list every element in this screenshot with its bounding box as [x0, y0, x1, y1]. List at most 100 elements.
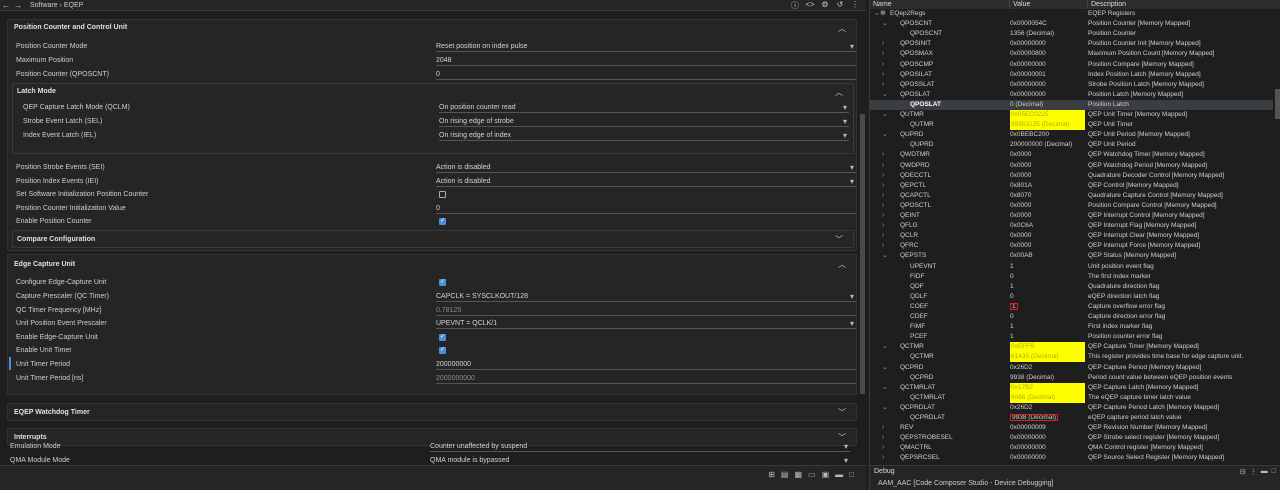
expand-icon[interactable]: ⌄: [882, 363, 888, 373]
register-value[interactable]: 0x00000000: [1010, 60, 1046, 70]
register-value[interactable]: 200000000 (Decimal): [1010, 140, 1072, 150]
collapse-icon[interactable]: ›: [882, 70, 884, 80]
minimize-icon[interactable]: ▬: [835, 470, 843, 479]
qma-mode-select[interactable]: QMA module is bypassed: [430, 455, 850, 465]
register-row[interactable]: UPEVNT 1 Unit position event flag: [870, 262, 1275, 272]
register-row[interactable]: › QEPCTL 0x801A QEP Control [Memory Mapped]: [870, 181, 1275, 191]
register-row[interactable]: QCPRD 9938 (Decimal) Period count value be…: [870, 373, 1275, 383]
register-value[interactable]: 0x0000054C: [1010, 19, 1047, 29]
collapse-icon[interactable]: ›: [882, 443, 884, 453]
register-row[interactable]: FIMF 1 First index marker flag: [870, 322, 1275, 332]
register-row[interactable]: QPOSCNT 1356 (Decimal) Position Counter: [870, 29, 1275, 39]
scrollbar-thumb[interactable]: [860, 114, 865, 394]
expand-icon[interactable]: ⌄: [882, 110, 888, 120]
register-value[interactable]: 61435 (Decimal): [1010, 352, 1085, 363]
register-value[interactable]: 0x0000: [1010, 201, 1031, 211]
register-value[interactable]: 1: [1010, 282, 1014, 292]
expand-icon[interactable]: ⌄: [882, 251, 888, 261]
register-value[interactable]: 9938 (Decimal): [1010, 413, 1059, 423]
iel-select[interactable]: On rising edge of index: [439, 130, 849, 141]
register-value[interactable]: 0x0000: [1010, 171, 1031, 181]
pin-icon[interactable]: ⊞: [768, 470, 775, 479]
register-value[interactable]: 0x0000: [1010, 231, 1031, 241]
register-value[interactable]: 0x0C6A: [1010, 221, 1033, 231]
register-row[interactable]: ⌄ QUTMR 0x05EC0225 QEP Unit Timer [Memory M…: [870, 110, 1275, 120]
register-row[interactable]: › QPOSMAX 0x00000800 Maximum Position Count…: [870, 49, 1275, 59]
register-value[interactable]: 0x17B2: [1010, 382, 1085, 393]
settings-icon[interactable]: ⚙: [820, 0, 830, 11]
unit-timer-period-input[interactable]: 200000000: [436, 359, 856, 370]
column-description[interactable]: Description: [1088, 0, 1280, 9]
expand-icon[interactable]: ⌄: [882, 342, 888, 352]
expand-icon[interactable]: ⌄: [882, 130, 888, 140]
register-value[interactable]: 0x00000000: [1010, 453, 1046, 463]
maximize-icon[interactable]: □: [1272, 468, 1276, 476]
collapse-icon[interactable]: ›: [882, 201, 884, 211]
register-row[interactable]: › QPOSSLAT 0x00000000 Strobe Position Latch…: [870, 80, 1275, 90]
register-row[interactable]: QPOSLAT 0 (Decimal) Position Latch: [870, 99, 1275, 110]
collapse-icon[interactable]: ›: [882, 49, 884, 59]
register-value[interactable]: 0x26D2: [1010, 403, 1032, 413]
register-value[interactable]: 0x00000000: [1010, 443, 1046, 453]
register-value[interactable]: 0x0BEBC200: [1010, 130, 1049, 140]
register-value[interactable]: 0x00000000: [1010, 90, 1046, 100]
new-console-icon[interactable]: ▣: [822, 470, 830, 479]
chevron-down-icon[interactable]: ﹀: [835, 234, 843, 245]
maximize-icon[interactable]: □: [849, 470, 854, 479]
register-value[interactable]: 0x00AB: [1010, 251, 1033, 261]
code-view-icon[interactable]: <>: [805, 0, 815, 11]
register-value[interactable]: 0 (Decimal): [1010, 100, 1043, 110]
register-row[interactable]: › QPOSINIT 0x00000000 Position Counter Init…: [870, 39, 1275, 49]
register-row[interactable]: › QCAPCTL 0x8070 Qaudrature Capture Control…: [870, 191, 1275, 201]
register-value[interactable]: 99353125 (Decimal): [1010, 120, 1085, 131]
register-row[interactable]: › QDECCTL 0x0000 Quadrature Decoder Control…: [870, 171, 1275, 181]
section-watchdog[interactable]: EQEP Watchdog Timer ﹀: [7, 403, 857, 421]
register-row[interactable]: QCPRDLAT 9938 (Decimal) eQEP capture perio…: [870, 413, 1275, 423]
register-value[interactable]: 0: [1010, 312, 1014, 322]
register-row[interactable]: ⌄ QPOSLAT 0x00000000 Position Latch [Memory…: [870, 90, 1275, 100]
menu-icon[interactable]: ⋮: [1250, 468, 1257, 476]
register-row[interactable]: › QCLR 0x0000 QEP Interrupt Clear [Memory M…: [870, 231, 1275, 241]
collapse-icon[interactable]: ›: [882, 150, 884, 160]
register-row[interactable]: › QEINT 0x0000 QEP Interrupt Control [Memor…: [870, 211, 1275, 221]
iei-select[interactable]: Action is disabled: [436, 176, 856, 187]
register-row[interactable]: › QEPSRCSEL 0x00000000 QEP Source Select Re…: [870, 453, 1275, 463]
configure-ecu-checkbox[interactable]: [439, 278, 446, 286]
register-value[interactable]: 0: [1010, 272, 1014, 282]
expand-icon[interactable]: ⌄: [882, 90, 888, 100]
register-value[interactable]: 1: [1010, 332, 1014, 342]
chevron-up-icon[interactable]: ︿: [838, 23, 846, 34]
register-value[interactable]: 9938 (Decimal): [1010, 373, 1054, 383]
register-row[interactable]: › QWDTMR 0x0000 QEP Watchdog Timer [Memory …: [870, 150, 1275, 160]
set-sw-init-checkbox[interactable]: [439, 191, 446, 198]
register-value[interactable]: 0x00000001: [1010, 70, 1046, 80]
register-row[interactable]: ⌄ QEPSTS 0x00AB QEP Status [Memory Mapped]: [870, 251, 1275, 261]
register-row[interactable]: › QFRC 0x0000 QEP Interrupt Force [Memory M…: [870, 241, 1275, 251]
register-row[interactable]: QCTMR 61435 (Decimal) This register provid…: [870, 352, 1275, 363]
collapse-icon[interactable]: ›: [882, 211, 884, 221]
enable-unit-timer-checkbox[interactable]: [439, 346, 446, 354]
init-value-input[interactable]: 0: [436, 203, 856, 214]
collapse-icon[interactable]: ›: [882, 433, 884, 443]
register-value[interactable]: 1356 (Decimal): [1010, 29, 1054, 39]
info-icon[interactable]: ⓘ: [790, 0, 800, 11]
register-value[interactable]: 0x0000: [1010, 161, 1031, 171]
register-value[interactable]: 6066 (Decimal): [1010, 392, 1085, 403]
register-value[interactable]: 1: [1010, 302, 1018, 312]
register-row[interactable]: › QPOSILAT 0x00000001 Index Position Latch …: [870, 70, 1275, 80]
register-row[interactable]: FIDF 0 The first index marker: [870, 272, 1275, 282]
chevron-down-icon[interactable]: ﹀: [838, 407, 846, 418]
register-row[interactable]: › QEPSTROBESEL 0x00000000 QEP Strobe select…: [870, 433, 1275, 443]
register-row[interactable]: › QWDPRD 0x0000 QEP Watchdog Period [Memory…: [870, 161, 1275, 171]
expand-icon[interactable]: ⌄: [882, 383, 888, 393]
register-row[interactable]: QUPRD 200000000 (Decimal) QEP Unit Period: [870, 140, 1275, 150]
register-row[interactable]: › QFLG 0x0C6A QEP Interrupt Flag [Memory Ma…: [870, 221, 1275, 231]
register-value[interactable]: 1: [1010, 262, 1014, 272]
config-scrollbar[interactable]: [858, 11, 866, 465]
enable-ecu-checkbox[interactable]: [439, 333, 446, 341]
register-row[interactable]: ⌄ EQep2Regs EQEP Registers ⊕: [870, 9, 1275, 19]
register-row[interactable]: › QPOSCMP 0x00000000 Position Compare [Memo…: [870, 60, 1275, 70]
more-icon[interactable]: ⋮: [850, 0, 860, 11]
sei-select[interactable]: Action is disabled: [436, 162, 856, 173]
collapse-icon[interactable]: ›: [882, 39, 884, 49]
